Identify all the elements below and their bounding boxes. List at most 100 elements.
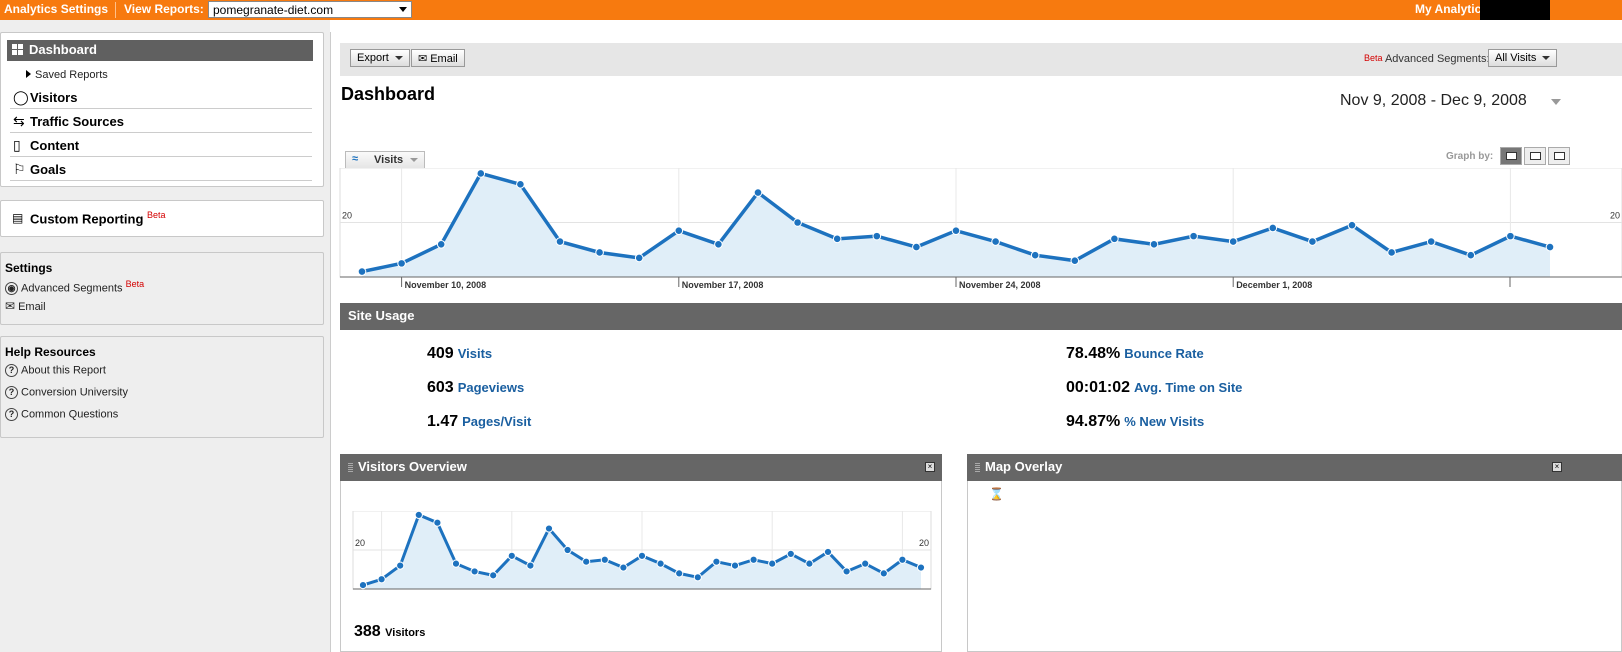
data-point (674, 226, 684, 235)
data-point (476, 169, 486, 178)
data-point (470, 567, 479, 576)
stat-link[interactable]: Pageviews (458, 380, 525, 395)
data-point (637, 551, 647, 560)
data-point (832, 234, 842, 244)
beta-badge: Beta (1364, 53, 1383, 63)
stat-link[interactable]: Visits (458, 346, 492, 361)
data-point (656, 559, 665, 568)
graph-by-week-button[interactable] (1524, 147, 1546, 165)
close-icon[interactable]: × (925, 462, 935, 472)
data-point (793, 218, 802, 227)
metric-select-tab[interactable]: ≈ Visits (345, 151, 425, 169)
sidebar-item-custom-reporting[interactable]: ▤ Custom Reporting Beta (12, 210, 166, 226)
graph-by-day-button[interactable] (1500, 147, 1522, 165)
close-icon[interactable]: × (1552, 462, 1562, 472)
stat-value: 78.48% (1066, 345, 1121, 362)
data-point (1228, 237, 1238, 246)
stat-link[interactable]: Pages/Visit (462, 414, 531, 429)
data-point (786, 549, 795, 559)
graph-by-label: Graph by: (1446, 151, 1494, 162)
stat-link[interactable]: Bounce Rate (1124, 346, 1203, 361)
visitors-count-value: 388 (354, 623, 381, 640)
sidebar-item-content[interactable]: ▯ Content (10, 132, 312, 157)
data-point (872, 231, 882, 241)
graph-by-month-button[interactable] (1548, 147, 1570, 165)
beta-badge: Beta (147, 210, 166, 220)
beta-badge: Beta (125, 279, 145, 289)
data-point (436, 240, 446, 249)
sidebar-item-traffic-sources[interactable]: ⇆ Traffic Sources (10, 108, 312, 133)
data-point (675, 569, 684, 578)
visitors-mini-chart: 40402020 (352, 511, 932, 590)
visitors-count-label[interactable]: Visitors (385, 627, 425, 639)
sidebar-item-dashboard[interactable]: Dashboard (7, 40, 313, 61)
help-conversion-university[interactable]: ? Conversion University (5, 386, 128, 399)
data-point (433, 518, 442, 527)
envelope-icon: ✉ (5, 299, 16, 313)
page-icon: ▯ (13, 137, 21, 153)
chevron-down-icon (410, 158, 419, 163)
loading-spinner-icon: ⌛ (989, 487, 1004, 501)
data-point (414, 511, 423, 519)
stat-value: 00:01:02 (1066, 379, 1131, 396)
data-point (693, 573, 702, 582)
drag-handle-icon[interactable] (348, 462, 353, 473)
analytics-settings-link[interactable]: Analytics Settings (4, 2, 108, 16)
drag-handle-icon[interactable] (975, 462, 980, 473)
visitors-overview-title: Visitors Overview (358, 459, 467, 474)
data-point (730, 561, 740, 570)
segments-icon: ◉ (5, 282, 18, 296)
data-point (1506, 231, 1515, 241)
stat-visits: 409 Visits (427, 345, 492, 363)
stat-value: 94.87% (1066, 413, 1121, 430)
email-button[interactable]: ✉ Email (411, 49, 465, 67)
stat-link[interactable]: % New Visits (1124, 414, 1204, 429)
data-point (951, 226, 961, 235)
stat-new-visits: 94.87%% New Visits (1066, 413, 1204, 431)
traffic-icon: ⇆ (13, 113, 25, 129)
left-sidebar: Dashboard Saved Reports ◯ Visitors ⇆ Tra… (0, 20, 330, 652)
stat-value: 409 (427, 345, 454, 362)
sidebar-item-saved-reports[interactable]: Saved Reports (26, 69, 108, 81)
visitors-count: 388 Visitors (354, 623, 425, 641)
topbar-divider (115, 2, 116, 18)
settings-advanced-segments[interactable]: ◉ Advanced Segments Beta (5, 279, 145, 296)
advanced-segments-control: Beta Advanced Segments: (1364, 53, 1490, 65)
sidebar-item-visitors[interactable]: ◯ Visitors (10, 84, 312, 109)
data-point (1308, 237, 1317, 246)
data-point (582, 557, 591, 566)
map-overlay-panel: ⌛ (967, 481, 1622, 652)
envelope-icon: ✉ (418, 53, 428, 65)
data-point (451, 559, 461, 568)
data-point (377, 575, 386, 584)
report-icon: ▤ (12, 211, 24, 225)
chevron-down-icon (1551, 99, 1561, 105)
sidebar-item-label: Traffic Sources (30, 114, 124, 129)
settings-email[interactable]: ✉ Email (5, 299, 46, 313)
data-point (1110, 234, 1119, 244)
help-icon: ? (5, 364, 18, 377)
day-icon (1506, 152, 1517, 160)
segments-select[interactable]: All Visits (1488, 49, 1558, 67)
sidebar-item-goals[interactable]: ⚐ Goals (10, 156, 312, 181)
visitors-overview-header: Visitors Overview × (340, 454, 942, 481)
stat-link[interactable]: Avg. Time on Site (1134, 380, 1242, 395)
y-tick-label: 20 (355, 538, 365, 548)
stat-value: 603 (427, 379, 454, 396)
help-about-report[interactable]: ? About this Report (5, 364, 106, 377)
custom-reporting-label: Custom Reporting (30, 211, 144, 227)
date-range-picker[interactable]: Nov 9, 2008 - Dec 9, 2008 (1336, 90, 1561, 112)
export-button[interactable]: Export (350, 49, 410, 67)
data-point (544, 524, 554, 533)
settings-heading: Settings (5, 261, 53, 275)
site-select[interactable]: pomegranate-diet.com (208, 1, 412, 18)
page-title: Dashboard (341, 84, 436, 104)
data-point (912, 242, 921, 252)
help-common-questions[interactable]: ? Common Questions (5, 408, 118, 421)
stat-avg-time: 00:01:02 Avg. Time on Site (1066, 379, 1242, 397)
data-point (507, 551, 516, 560)
my-analytics-link[interactable]: My Analytic (1415, 2, 1481, 16)
data-point (516, 180, 525, 189)
data-point (526, 561, 535, 570)
data-point (489, 571, 498, 580)
